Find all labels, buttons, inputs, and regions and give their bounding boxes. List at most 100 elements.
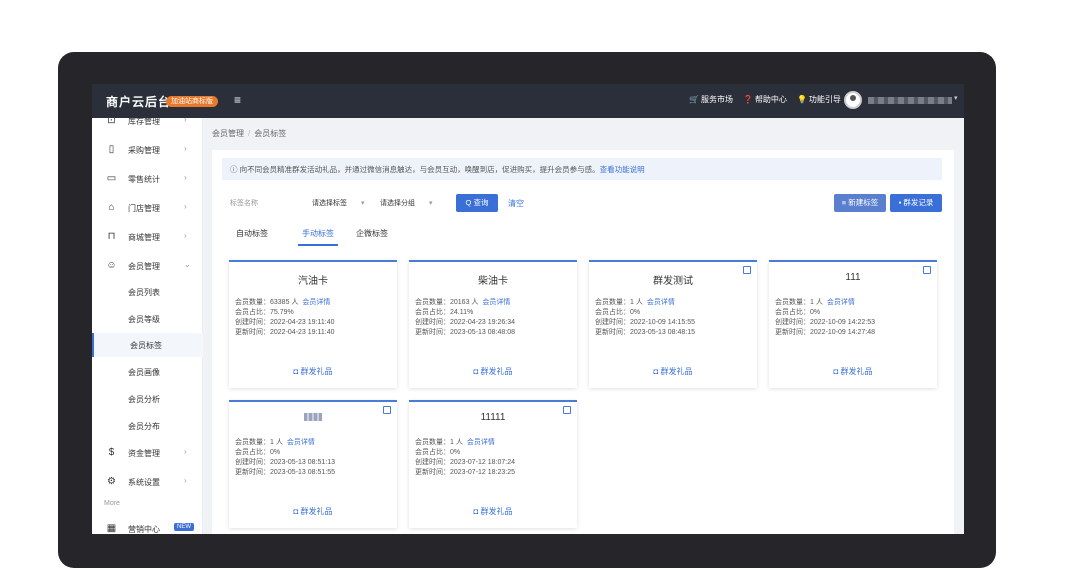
member-detail-link[interactable]: 会员详情 (482, 299, 510, 306)
tag-card: 汽油卡 会员数量：63385 人会员详情 会员占比：75.79% 创建时间：20… (229, 260, 397, 388)
inventory-icon: ⊡ (107, 115, 116, 126)
group-select[interactable]: 请选择分组 ▾ (380, 198, 433, 208)
gift-icon: ◘ (473, 367, 481, 376)
send-gift-button[interactable]: ◘ 群发礼品 (229, 506, 397, 517)
member-detail-link[interactable]: 会员详情 (302, 299, 330, 306)
main-panel: ⓘ 向不同会员精准群发活动礼品，并通过微信消息触达，与会员互动，唤醒到店，促进购… (212, 150, 954, 534)
stats-icon: ▭ (106, 173, 117, 184)
brand-title: 商户云后台 (106, 95, 172, 109)
app-screen: 商户云后台 加油站商标版 ≡ 🛒 服务市场 ❓ 帮助中心 💡 功能引导 ▾ ⊡ 库存管… (92, 84, 964, 534)
tag-card: 群发测试 会员数量：1 人会员详情 会员占比：0% 创建时间：2022-10-0… (589, 260, 757, 388)
avatar[interactable] (844, 91, 862, 109)
blurred-title (304, 413, 322, 422)
clear-button[interactable]: 清空 (508, 198, 524, 209)
member-icon: ☺ (106, 260, 117, 271)
card-title: 汽油卡 (298, 276, 328, 287)
card-details: 会员数量：1 人会员详情 会员占比：0% 创建时间：2022-10-09 14:… (775, 299, 875, 336)
sidebar-item-marketing[interactable]: ▦ 营销中心 NEW (92, 518, 203, 534)
top-bar: 商户云后台 加油站商标版 ≡ 🛒 服务市场 ❓ 帮助中心 💡 功能引导 ▾ (92, 84, 964, 118)
tab-wecom-tags[interactable]: 企微标签 (356, 228, 388, 239)
new-tag-button[interactable]: ≡ 新建标签 (834, 194, 886, 212)
member-detail-link[interactable]: 会员详情 (287, 439, 315, 446)
sidebar-sub-member-tags[interactable]: 会员标签 (92, 333, 203, 357)
bulb-icon: 💡 (796, 95, 807, 104)
send-gift-button[interactable]: ◘ 群发礼品 (769, 366, 937, 377)
tag-select[interactable]: 请选择标签 ▾ (312, 198, 365, 208)
chevron-right-icon: › (184, 144, 187, 153)
tag-card: 11111 会员数量：1 人会员详情 会员占比：0% 创建时间：2023-07-… (409, 400, 577, 528)
sidebar-sub-member-distribution[interactable]: 会员分布 (92, 414, 203, 438)
card-details: 会员数量：20163 人会员详情 会员占比：24.11% 创建时间：2022-0… (415, 299, 515, 336)
sidebar-sub-member-analysis[interactable]: 会员分析 (92, 387, 203, 411)
query-button[interactable]: Q 查询 (456, 194, 498, 212)
gift-icon: ◘ (833, 367, 841, 376)
help-icon: ❓ (742, 95, 753, 104)
tag-card: 会员数量：1 人会员详情 会员占比：0% 创建时间：2023-05-13 08:… (229, 400, 397, 528)
dollar-icon: $ (108, 447, 115, 458)
chevron-right-icon: › (184, 173, 187, 182)
caret-down-icon: ▾ (361, 200, 365, 207)
info-notice: ⓘ 向不同会员精准群发活动礼品，并通过微信消息触达，与会员互动，唤醒到店，促进购… (222, 158, 942, 180)
breadcrumb-member-tags: 会员标签 (254, 129, 287, 138)
send-gift-button[interactable]: ◘ 群发礼品 (229, 366, 397, 377)
card-title: 11111 (480, 412, 506, 423)
sidebar-item-purchase[interactable]: ▯ 采购管理 › (92, 139, 203, 161)
tag-name-label: 标签名称 (230, 200, 258, 207)
card-details: 会员数量：1 人会员详情 会员占比：0% 创建时间：2023-07-12 18:… (415, 439, 515, 476)
gift-icon: ◘ (473, 507, 481, 516)
sidebar-sub-member-level[interactable]: 会员等级 (92, 307, 203, 331)
tag-card: 柴油卡 会员数量：20163 人会员详情 会员占比：24.11% 创建时间：20… (409, 260, 577, 388)
member-detail-link[interactable]: 会员详情 (827, 299, 855, 306)
gift-icon: ◘ (653, 367, 661, 376)
sidebar: ⊡ 库存管理 › ▯ 采购管理 › ▭ 零售统计 › ⌂ 门店管理 › ⊓ 商城… (92, 115, 203, 534)
top-nav: 🛒 服务市场 ❓ 帮助中心 💡 功能引导 (689, 94, 841, 105)
chevron-right-icon: › (184, 476, 187, 485)
menu-toggle-icon[interactable]: ≡ (234, 93, 241, 107)
chevron-right-icon: › (184, 447, 187, 456)
sidebar-sub-member-portrait[interactable]: 会员画像 (92, 360, 203, 384)
sidebar-item-retail-stats[interactable]: ▭ 零售统计 › (92, 168, 203, 190)
chevron-right-icon: › (184, 115, 187, 124)
store-icon: ⌂ (108, 202, 115, 213)
feature-guide-link[interactable]: 💡 功能引导 (797, 94, 841, 105)
card-title: 柴油卡 (478, 276, 508, 287)
breadcrumb-member-mgmt[interactable]: 会员管理 (212, 129, 244, 138)
send-gift-button[interactable]: ◘ 群发礼品 (589, 366, 757, 377)
chevron-down-icon[interactable]: ▾ (954, 94, 958, 102)
new-badge: NEW (174, 523, 194, 531)
member-detail-link[interactable]: 会员详情 (467, 439, 495, 446)
send-gift-button[interactable]: ◘ 群发礼品 (409, 506, 577, 517)
tag-card: 111 会员数量：1 人会员详情 会员占比：0% 创建时间：2022-10-09… (769, 260, 937, 388)
purchase-icon: ▯ (108, 144, 115, 155)
breadcrumb: 会员管理 / 会员标签 (212, 129, 287, 138)
sidebar-sub-member-list[interactable]: 会员列表 (92, 280, 203, 304)
service-market-link[interactable]: 🛒 服务市场 (689, 94, 733, 105)
caret-down-icon: ▾ (429, 200, 433, 207)
send-records-button[interactable]: ▪ 群发记录 (890, 194, 942, 212)
card-details: 会员数量：63385 人会员详情 会员占比：75.79% 创建时间：2022-0… (235, 299, 335, 336)
sidebar-item-settings[interactable]: ⚙ 系统设置 › (92, 471, 203, 493)
gift-icon: ◘ (293, 507, 301, 516)
feature-doc-link[interactable]: 查看功能说明 (600, 165, 645, 174)
card-details: 会员数量：1 人会员详情 会员占比：0% 创建时间：2022-10-09 14:… (595, 299, 695, 336)
tab-auto-tags[interactable]: 自动标签 (236, 228, 268, 239)
help-center-link[interactable]: ❓ 帮助中心 (743, 94, 787, 105)
username-blurred[interactable] (868, 97, 952, 104)
sidebar-item-funds[interactable]: $ 资金管理 › (92, 442, 203, 464)
chevron-down-icon: ⌄ (184, 260, 191, 269)
sidebar-item-store[interactable]: ⌂ 门店管理 › (92, 197, 203, 219)
sidebar-item-member[interactable]: ☺ 会员管理 ⌄ (92, 255, 203, 277)
chevron-right-icon: › (184, 202, 187, 211)
card-title: 111 (845, 272, 861, 283)
tab-manual-tags[interactable]: 手动标签 (302, 228, 334, 239)
card-details: 会员数量：1 人会员详情 会员占比：0% 创建时间：2023-05-13 08:… (235, 439, 335, 476)
chevron-right-icon: › (184, 231, 187, 240)
card-title-blurred (229, 412, 397, 423)
sidebar-item-mall[interactable]: ⊓ 商城管理 › (92, 226, 203, 248)
gift-icon: ◘ (293, 367, 301, 376)
send-gift-button[interactable]: ◘ 群发礼品 (409, 366, 577, 377)
sidebar-item-inventory[interactable]: ⊡ 库存管理 › (92, 110, 203, 132)
member-detail-link[interactable]: 会员详情 (647, 299, 675, 306)
grid-icon: ▦ (106, 523, 117, 534)
cart-icon: 🛒 (689, 95, 699, 104)
